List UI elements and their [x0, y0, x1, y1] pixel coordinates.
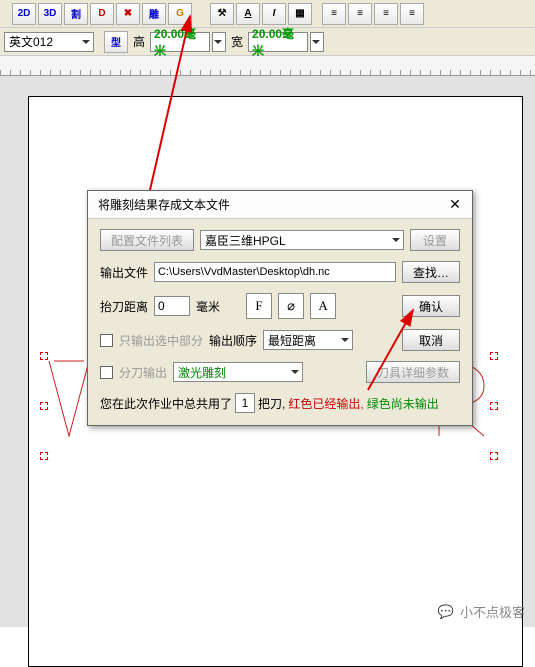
config-dropdown[interactable]: 嘉臣三维HPGL — [200, 230, 404, 250]
settings-button[interactable]: 设置 — [410, 229, 460, 251]
height-unit-dropdown[interactable] — [212, 32, 226, 52]
g-export-button[interactable]: G — [168, 3, 192, 25]
align-right-button[interactable]: ≡ — [374, 3, 398, 25]
group-button[interactable]: ▦ — [288, 3, 312, 25]
mode-3d-button[interactable]: 3D — [38, 3, 62, 25]
laser-dropdown[interactable]: 激光雕刻 — [173, 362, 303, 382]
ok-button[interactable]: 确认 — [402, 295, 460, 317]
tool-params-button[interactable]: 刀具详细参数 — [366, 361, 460, 383]
split-tool-label: 分刀输出 — [119, 364, 167, 381]
text-a-button[interactable]: A — [236, 3, 260, 25]
summary-text-b: 把刀, — [258, 395, 285, 412]
type-button[interactable]: 型 — [104, 31, 128, 53]
f-icon-button[interactable]: F — [246, 293, 272, 319]
summary-text-green: 绿色尚未输出 — [367, 395, 439, 412]
output-order-label: 输出顺序 — [209, 332, 257, 349]
x-button[interactable]: ✖ — [116, 3, 140, 25]
output-path-input[interactable]: C:\Users\VvdMaster\Desktop\dh.nc — [154, 262, 396, 282]
d-button[interactable]: D — [90, 3, 114, 25]
close-icon[interactable]: ✕ — [444, 194, 466, 216]
browse-button[interactable]: 查找… — [402, 261, 460, 283]
height-input[interactable]: 20.00毫米 — [150, 32, 210, 52]
output-order-dropdown[interactable]: 最短距离 — [263, 330, 353, 350]
width-input[interactable]: 20.00毫米 — [248, 32, 308, 52]
dialog-titlebar[interactable]: 将雕刻结果存成文本文件 ✕ — [88, 191, 472, 219]
width-unit-dropdown[interactable] — [310, 32, 324, 52]
cut-button[interactable]: 割 — [64, 3, 88, 25]
output-file-label: 输出文件 — [100, 264, 148, 281]
font-dropdown[interactable]: 英文012 — [4, 32, 94, 52]
watermark: 💬 小不点极客 — [438, 602, 525, 621]
text-i-button[interactable]: I — [262, 3, 286, 25]
ruler-horizontal — [0, 56, 535, 76]
align-just-button[interactable]: ≡ — [400, 3, 424, 25]
tool-count: 1 — [235, 393, 255, 413]
width-label: 宽 — [228, 33, 246, 50]
lift-unit-label: 毫米 — [196, 298, 220, 315]
g-icon-button[interactable]: ⌀ — [278, 293, 304, 319]
hammer-icon[interactable]: ⚒ — [210, 3, 234, 25]
summary-text-a: 您在此次作业中总共用了 — [100, 395, 232, 412]
cancel-button[interactable]: 取消 — [402, 329, 460, 351]
dialog-title: 将雕刻结果存成文本文件 — [98, 196, 230, 213]
only-selected-label: 只输出选中部分 — [119, 332, 203, 349]
height-label: 高 — [130, 33, 148, 50]
wechat-icon: 💬 — [438, 604, 454, 620]
summary-text-red: 红色已经输出, — [288, 395, 363, 412]
carve-button[interactable]: 雕 — [142, 3, 166, 25]
toolbar-text: 英文012 型 高 20.00毫米 宽 20.00毫米 — [0, 28, 535, 56]
align-center-button[interactable]: ≡ — [348, 3, 372, 25]
split-tool-checkbox[interactable] — [100, 366, 113, 379]
align-left-button[interactable]: ≡ — [322, 3, 346, 25]
a-icon-button[interactable]: A — [310, 293, 336, 319]
export-text-dialog: 将雕刻结果存成文本文件 ✕ 配置文件列表 嘉臣三维HPGL 设置 输出文件 C:… — [87, 190, 473, 426]
lift-distance-input[interactable]: 0 — [154, 296, 190, 316]
only-selected-checkbox[interactable] — [100, 334, 113, 347]
mode-2d-button[interactable]: 2D — [12, 3, 36, 25]
lift-distance-label: 抬刀距离 — [100, 298, 148, 315]
config-list-button[interactable]: 配置文件列表 — [100, 229, 194, 251]
